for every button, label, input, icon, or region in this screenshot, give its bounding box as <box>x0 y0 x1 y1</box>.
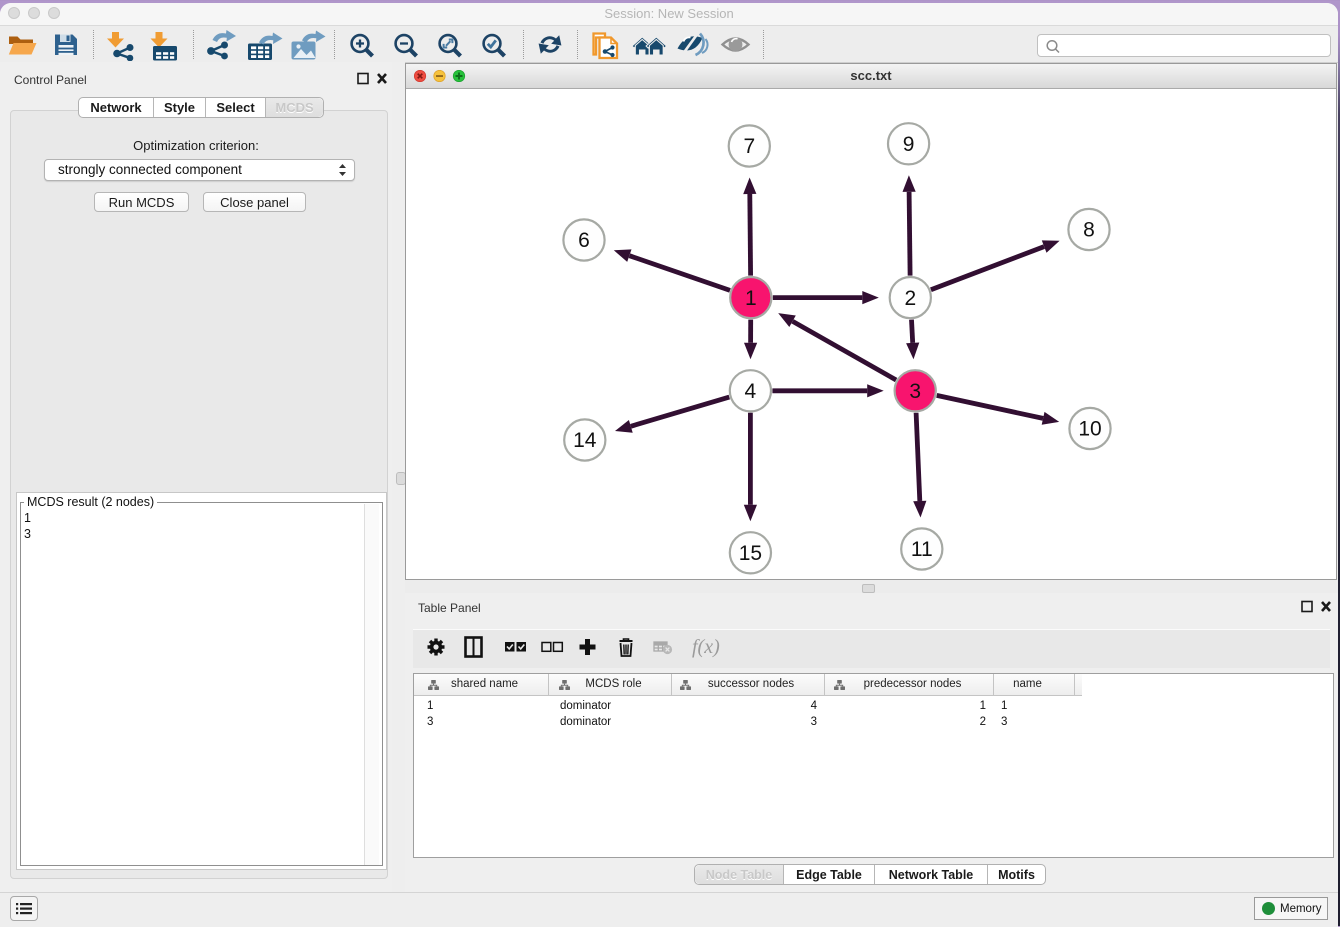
svg-text:9: 9 <box>903 133 915 156</box>
svg-text:f(x): f(x) <box>692 636 720 658</box>
svg-text:10: 10 <box>1078 418 1101 441</box>
svg-text:6: 6 <box>578 229 590 252</box>
svg-text:4: 4 <box>745 380 757 403</box>
svg-text:14: 14 <box>573 429 597 452</box>
svg-text:2: 2 <box>904 287 916 310</box>
svg-text:8: 8 <box>1083 219 1095 242</box>
svg-text:11: 11 <box>911 538 933 561</box>
svg-text:7: 7 <box>743 135 755 158</box>
svg-text:1: 1 <box>745 287 757 310</box>
svg-text:3: 3 <box>909 380 921 403</box>
svg-text:15: 15 <box>739 542 762 565</box>
